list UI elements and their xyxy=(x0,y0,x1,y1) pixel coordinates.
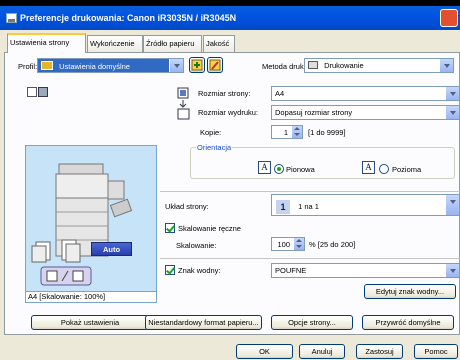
scaling-value: 100 xyxy=(277,240,290,249)
tab-label: Wykończenie xyxy=(90,39,135,48)
layout-badge: 1 xyxy=(276,200,290,214)
help-button[interactable]: Pomoc xyxy=(414,344,458,359)
print-preferences-dialog: Ustawienia strony Wykończenie Źródło pap… xyxy=(0,30,460,360)
layout-select[interactable]: 1 1 na 1 xyxy=(271,194,460,216)
page-size-label: Rozmiar strony: xyxy=(198,89,251,98)
edit-profile-icon xyxy=(209,59,221,71)
print-icon xyxy=(308,61,318,69)
output-method-select[interactable]: Drukowanie xyxy=(304,58,454,73)
edit-watermark-button[interactable]: Edytuj znak wodny... xyxy=(364,284,456,299)
scaling-stepper[interactable]: 100 xyxy=(271,237,305,251)
tab-finishing[interactable]: Wykończenie xyxy=(87,35,143,52)
scaling-range: % [25 do 200] xyxy=(309,240,356,249)
output-method-value: Drukowanie xyxy=(324,61,364,70)
paper-stack-icon xyxy=(31,239,81,263)
edit-profile-button[interactable] xyxy=(207,57,223,73)
close-button[interactable] xyxy=(440,9,458,27)
custom-paper-label: Niestandardowy format papieru... xyxy=(148,318,259,327)
manual-scaling-label: Skalowanie ręczne xyxy=(178,224,241,233)
divider xyxy=(160,258,460,259)
auto-button[interactable]: Auto xyxy=(91,242,132,256)
layout-options-icon[interactable] xyxy=(40,266,92,286)
profile-label: Profil: xyxy=(18,62,38,71)
preview-caption: A4 [Skalowanie: 100%] xyxy=(25,292,157,303)
divider xyxy=(160,191,460,192)
chevron-down-icon xyxy=(445,87,459,100)
cancel-label: Anuluj xyxy=(311,347,333,356)
page-size-icon xyxy=(177,87,189,99)
edit-watermark-label: Edytuj znak wodny... xyxy=(375,287,445,296)
watermark-select[interactable]: POUFNE xyxy=(271,263,460,278)
spin-arrows-icon[interactable] xyxy=(292,126,302,138)
window-titlebar[interactable]: Preferencje drukowania: Canon iR3035N / … xyxy=(0,6,460,30)
page-size-select[interactable]: A4 xyxy=(271,86,460,101)
tab-quality[interactable]: Jakość xyxy=(203,35,235,52)
custom-paper-button[interactable]: Niestandardowy format papieru... xyxy=(145,315,262,330)
copies-value: 1 xyxy=(283,128,288,137)
add-profile-button[interactable] xyxy=(189,57,205,73)
profile-value: Ustawienia domyślne xyxy=(59,62,130,71)
show-settings-button[interactable]: Pokaż ustawienia xyxy=(31,315,149,330)
landscape-label: Pozioma xyxy=(392,165,422,174)
window-title: Preferencje drukowania: Canon iR3035N / … xyxy=(20,13,237,23)
output-size-select[interactable]: Dopasuj rozmiar strony xyxy=(271,105,460,120)
landscape-radio[interactable] xyxy=(379,164,389,174)
tab-label: Źródło papieru xyxy=(146,39,195,48)
restore-defaults-label: Przywróć domyślne xyxy=(375,318,441,327)
watermark-checkbox[interactable] xyxy=(165,265,175,275)
tab-label: Jakość xyxy=(206,39,230,48)
view-toggle-icon[interactable] xyxy=(27,87,49,98)
manual-scaling-checkbox[interactable] xyxy=(165,223,175,233)
portrait-label: Pionowa xyxy=(286,165,315,174)
page-size-value: A4 xyxy=(275,89,285,98)
apply-button[interactable]: Zastosuj xyxy=(356,344,403,359)
help-label: Pomoc xyxy=(424,347,448,356)
chevron-down-icon xyxy=(439,59,453,72)
show-settings-label: Pokaż ustawienia xyxy=(60,318,120,327)
add-profile-icon xyxy=(191,59,203,71)
orientation-label: Orientacja xyxy=(196,143,233,152)
profile-icon xyxy=(41,61,53,70)
ok-label: OK xyxy=(259,347,270,356)
apply-label: Zastosuj xyxy=(365,347,394,356)
portrait-icon: A xyxy=(258,161,271,174)
layout-label: Układ strony: xyxy=(165,202,209,211)
chevron-down-icon xyxy=(445,106,459,119)
layout-value: 1 na 1 xyxy=(298,202,319,211)
restore-defaults-button[interactable]: Przywróć domyślne xyxy=(362,315,454,330)
watermark-value: POUFNE xyxy=(275,266,307,275)
output-method-label: Metoda druku: xyxy=(262,62,310,71)
landscape-icon: A xyxy=(362,161,375,174)
page-options-button[interactable]: Opcje strony... xyxy=(271,315,353,330)
ok-button[interactable]: OK xyxy=(236,344,293,359)
output-size-value: Dopasuj rozmiar strony xyxy=(275,108,353,117)
spin-arrows-icon[interactable] xyxy=(294,238,304,250)
output-size-icon xyxy=(177,100,190,120)
scaling-label: Skalowanie: xyxy=(176,241,217,250)
portrait-radio[interactable] xyxy=(274,164,284,174)
chevron-down-icon xyxy=(445,264,459,277)
tab-label: Ustawienia strony xyxy=(10,38,70,47)
profile-select[interactable]: Ustawienia domyślne xyxy=(37,58,184,73)
copies-label: Kopie: xyxy=(200,128,222,137)
printer-icon xyxy=(6,13,17,23)
copies-stepper[interactable]: 1 xyxy=(271,125,303,139)
copies-range: [1 do 9999] xyxy=(308,128,346,137)
cancel-button[interactable]: Anuluj xyxy=(299,344,345,359)
auto-label: Auto xyxy=(102,245,121,254)
output-size-label: Rozmiar wydruku: xyxy=(198,108,259,117)
page-options-label: Opcje strony... xyxy=(288,318,336,327)
tab-paper-source[interactable]: Źródło papieru xyxy=(143,35,202,52)
watermark-label: Znak wodny: xyxy=(178,266,221,275)
chevron-down-icon xyxy=(445,195,459,215)
chevron-down-icon xyxy=(169,59,183,72)
tab-page-setup[interactable]: Ustawienia strony xyxy=(7,33,86,53)
